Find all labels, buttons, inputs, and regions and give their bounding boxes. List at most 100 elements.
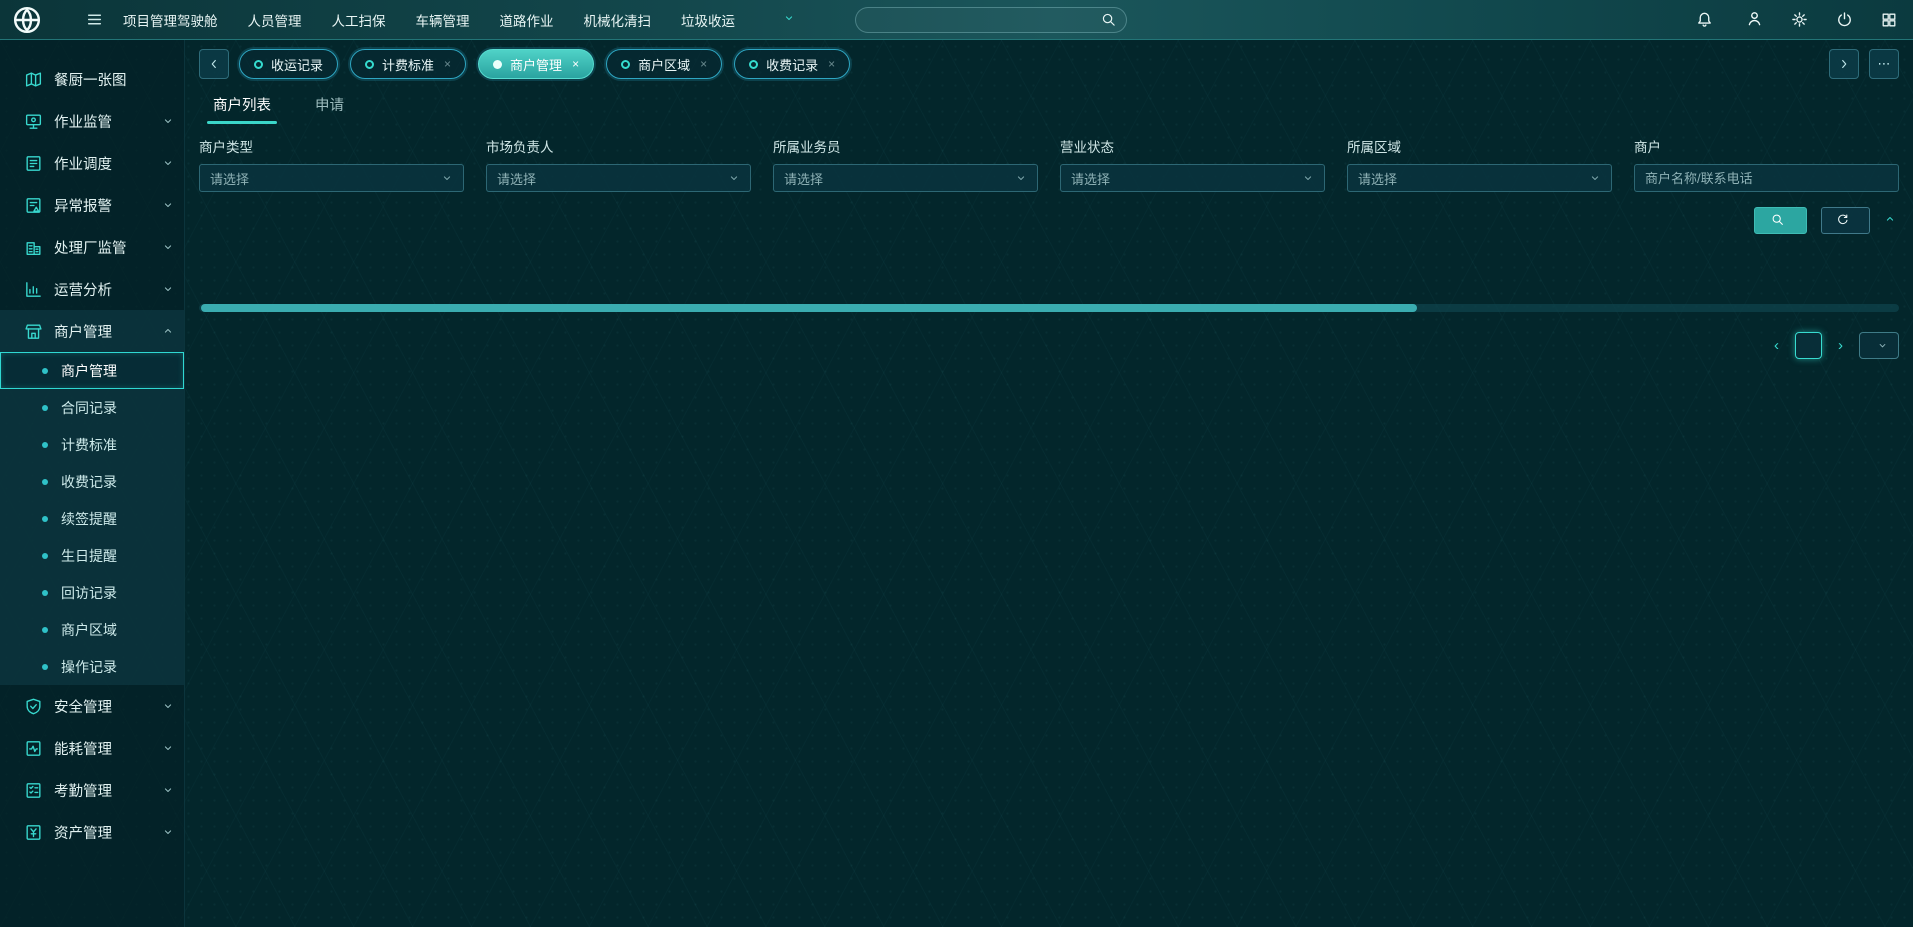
energy-icon (24, 739, 43, 758)
sidebar-item[interactable]: 商户管理 (0, 310, 184, 352)
nav-item[interactable]: 垃圾收运 (681, 10, 735, 30)
nav-item[interactable]: 人员管理 (248, 10, 302, 30)
sidebar-subitem[interactable]: 回访记录 (0, 574, 184, 611)
bullet-dot-icon (42, 479, 48, 485)
chevron-down-icon (1589, 172, 1601, 184)
open-tab[interactable]: 收运记录 (239, 49, 338, 79)
query-button[interactable] (1754, 207, 1807, 234)
sidebar-subitem[interactable]: 商户管理 (0, 352, 184, 389)
chevron-down-icon (162, 115, 174, 127)
filter-label: 市场负责人 (486, 136, 751, 156)
nav-more-menu[interactable] (779, 12, 795, 27)
chevron-down-icon (162, 157, 174, 169)
open-tabs-bar: 收运记录 计费标准× 商户管理× 商户区域× 收费记录× ⋯ (199, 48, 1899, 80)
user-menu[interactable] (1741, 10, 1763, 30)
sidebar-subitem[interactable]: 计费标准 (0, 426, 184, 463)
nav-item[interactable]: 道路作业 (500, 10, 554, 30)
open-tabs: 收运记录 计费标准× 商户管理× 商户区域× 收费记录× (239, 49, 1819, 79)
navbar-right (1696, 10, 1897, 30)
sidebar-item[interactable]: 资产管理 (0, 811, 184, 853)
logout-power-icon[interactable] (1836, 11, 1853, 28)
sidebar-item[interactable]: 异常报警 (0, 184, 184, 226)
apps-grid-icon[interactable] (1881, 12, 1897, 28)
sidebar-subitem-label: 收费记录 (61, 472, 117, 492)
chevron-down-icon (1015, 172, 1027, 184)
global-search-input[interactable] (870, 13, 1101, 27)
search-icon[interactable] (1101, 12, 1116, 27)
prev-page-button[interactable]: ‹ (1774, 337, 1779, 354)
notification-bell-icon[interactable] (1696, 11, 1713, 28)
sidebar-item-label: 考勤管理 (54, 780, 151, 801)
tab-label: 收运记录 (271, 55, 323, 74)
scrollbar-thumb[interactable] (201, 304, 1417, 312)
tab-dot-icon (365, 60, 374, 69)
alert-icon (24, 196, 43, 215)
merchant-keyword-input[interactable] (1634, 164, 1899, 192)
open-tab[interactable]: 计费标准× (350, 49, 466, 79)
tabs-scroll-left-button[interactable] (199, 49, 229, 79)
sidebar-subitem[interactable]: 生日提醒 (0, 537, 184, 574)
sidebar-item[interactable]: 考勤管理 (0, 769, 184, 811)
filter-select[interactable]: 请选择 (1060, 164, 1325, 192)
sidebar-subitem[interactable]: 收费记录 (0, 463, 184, 500)
nav-item[interactable]: 车辆管理 (416, 10, 470, 30)
sidebar-item[interactable]: 作业监管 (0, 100, 184, 142)
filter-select[interactable]: 请选择 (199, 164, 464, 192)
chevron-down-icon (1302, 172, 1314, 184)
filter-select[interactable]: 请选择 (486, 164, 751, 192)
open-tab[interactable]: 商户区域× (606, 49, 722, 79)
sidebar-subitem-label: 续签提醒 (61, 509, 117, 529)
chevron-down-icon (162, 742, 174, 754)
search-icon (1771, 213, 1784, 229)
sidebar-item-label: 作业监管 (54, 111, 151, 132)
filter-label: 商户类型 (199, 136, 464, 156)
sidebar-subitem-label: 商户管理 (61, 361, 117, 381)
sidebar-item[interactable]: 作业调度 (0, 142, 184, 184)
chevron-up-icon (162, 325, 174, 337)
sidebar-subitem[interactable]: 商户区域 (0, 611, 184, 648)
current-page-button[interactable] (1795, 332, 1822, 359)
sidebar-subitem[interactable]: 操作记录 (0, 648, 184, 685)
open-tab[interactable]: 商户管理× (478, 49, 594, 79)
tabs-more-button[interactable]: ⋯ (1869, 49, 1899, 79)
sidebar-item[interactable]: 能耗管理 (0, 727, 184, 769)
page-size-select[interactable] (1859, 332, 1899, 359)
sidebar-subitem[interactable]: 续签提醒 (0, 500, 184, 537)
global-search-box (855, 7, 1127, 33)
sidebar-item[interactable]: 安全管理 (0, 685, 184, 727)
top-navbar: 项目管理驾驶舱 人员管理 人工扫保 车辆管理 道路作业 机械化清扫 垃圾收运 (0, 0, 1913, 40)
schedule-icon (24, 154, 43, 173)
sidebar-item[interactable]: 运营分析 (0, 268, 184, 310)
settings-gear-icon[interactable] (1791, 11, 1808, 28)
reset-button[interactable] (1821, 207, 1870, 234)
tab-close-icon[interactable]: × (700, 57, 707, 71)
factory-icon (24, 238, 43, 257)
collapse-filters-button[interactable] (1884, 213, 1899, 228)
content-tab[interactable]: 申请 (315, 94, 344, 124)
sidebar-subitem[interactable]: 合同记录 (0, 389, 184, 426)
next-page-button[interactable]: › (1838, 337, 1843, 354)
tab-close-icon[interactable]: × (572, 57, 579, 71)
open-tab[interactable]: 收费记录× (734, 49, 850, 79)
nav-item[interactable]: 机械化清扫 (584, 10, 652, 30)
tab-close-icon[interactable]: × (444, 57, 451, 71)
menu-collapse-icon[interactable] (86, 11, 103, 28)
filter-select[interactable]: 请选择 (773, 164, 1038, 192)
nav-item[interactable]: 人工扫保 (332, 10, 386, 30)
sidebar-item[interactable]: 餐厨一张图 (0, 58, 184, 100)
sidebar-item-label: 商户管理 (54, 321, 151, 342)
bullet-dot-icon (42, 516, 48, 522)
shop-icon (24, 322, 43, 341)
monitor-icon (24, 112, 43, 131)
navbar-left: 项目管理驾驶舱 人员管理 人工扫保 车辆管理 道路作业 机械化清扫 垃圾收运 (12, 5, 795, 35)
tabs-scroll-right-button[interactable] (1829, 49, 1859, 79)
tab-dot-icon (254, 60, 263, 69)
chevron-down-icon (783, 12, 795, 27)
sidebar-item[interactable]: 处理厂监管 (0, 226, 184, 268)
chevron-down-icon (162, 283, 174, 295)
bullet-dot-icon (42, 627, 48, 633)
nav-item[interactable]: 项目管理驾驶舱 (123, 10, 218, 30)
tab-close-icon[interactable]: × (828, 57, 835, 71)
filter-select[interactable]: 请选择 (1347, 164, 1612, 192)
content-tab[interactable]: 商户列表 (213, 94, 271, 124)
